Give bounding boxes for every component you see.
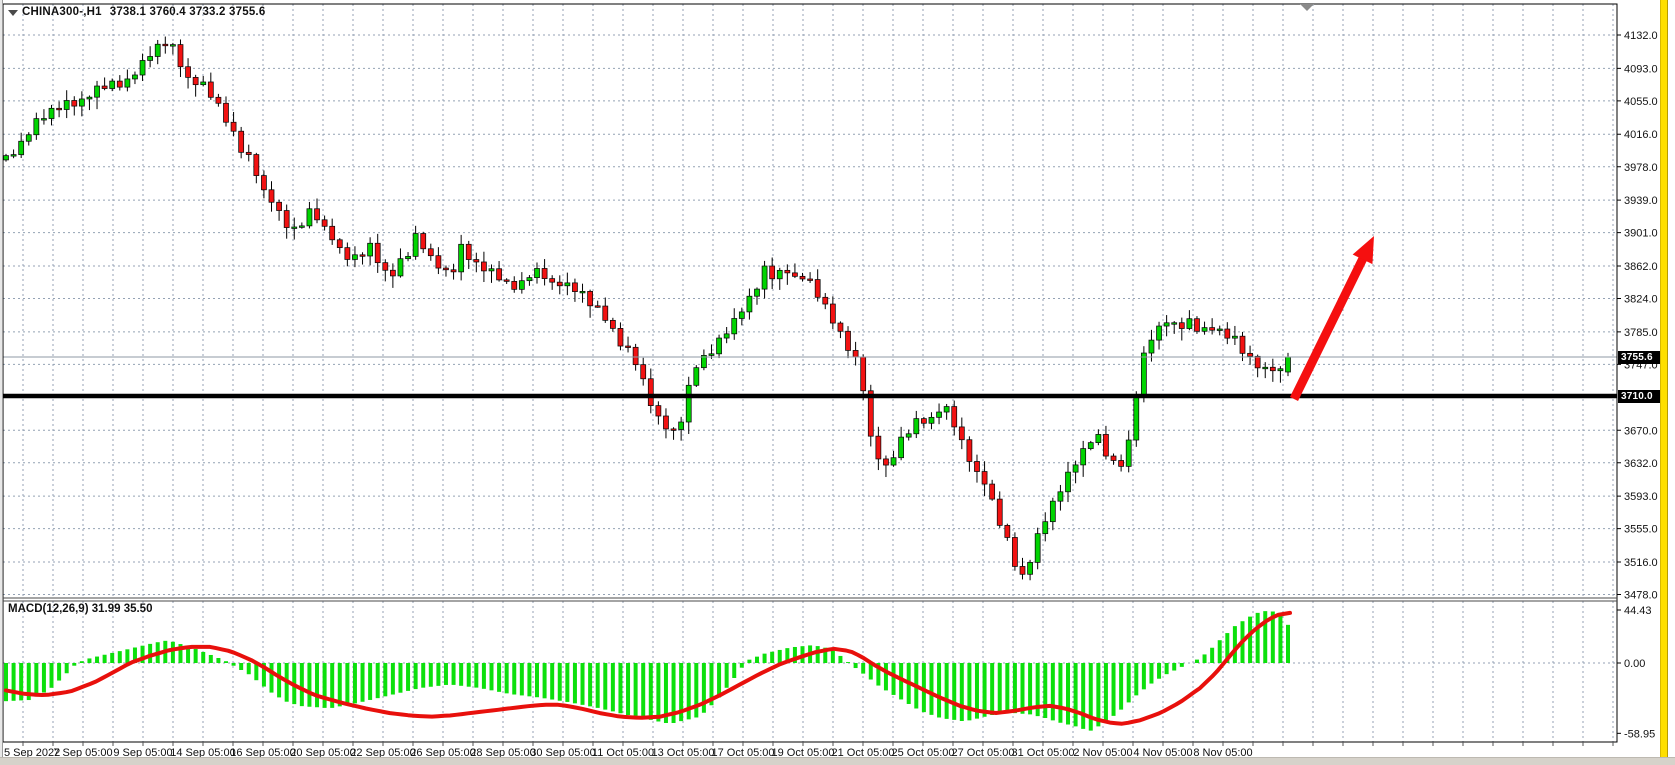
svg-text:3516.0: 3516.0: [1624, 557, 1658, 569]
current-price-badge: 3755.6: [1618, 351, 1666, 364]
svg-text:3901.0: 3901.0: [1624, 228, 1658, 240]
trend-arrow[interactable]: [1294, 236, 1374, 399]
svg-text:3593.0: 3593.0: [1624, 491, 1658, 503]
svg-text:4093.0: 4093.0: [1624, 63, 1658, 75]
svg-text:3978.0: 3978.0: [1624, 162, 1658, 174]
window-bottom-strip: [0, 757, 1675, 765]
symbol-dropdown-icon[interactable]: [8, 10, 18, 16]
svg-text:4055.0: 4055.0: [1624, 96, 1658, 108]
svg-text:3632.0: 3632.0: [1624, 458, 1658, 470]
trading-chart-window: 4132.0 4093.0 4055.0 4016.0 3978.0 3939.0 3901…: [0, 0, 1675, 765]
grid-layer: [3, 4, 1617, 742]
chart-shift-marker-icon[interactable]: [1300, 4, 1314, 11]
candles-layer: [4, 37, 1291, 581]
svg-text:0.00: 0.00: [1624, 658, 1645, 670]
svg-text:3478.0: 3478.0: [1624, 590, 1658, 602]
ohlc-values: 3738.1 3760.4 3733.2 3755.6: [110, 6, 266, 18]
macd-axis-labels: 44.43 0.00 -58.95: [1617, 605, 1655, 740]
window-left-edge: [0, 0, 3, 757]
right-edge-accent-strip: [1660, 0, 1668, 757]
svg-text:3555.0: 3555.0: [1624, 524, 1658, 536]
svg-text:4016.0: 4016.0: [1624, 129, 1658, 141]
svg-text:3939.0: 3939.0: [1624, 195, 1658, 207]
svg-text:-58.95: -58.95: [1624, 728, 1655, 740]
svg-text:3824.0: 3824.0: [1624, 294, 1658, 306]
svg-text:3785.0: 3785.0: [1624, 327, 1658, 339]
symbol-timeframe-label: CHINA300-,H1: [22, 6, 102, 18]
price-axis-labels: 4132.0 4093.0 4055.0 4016.0 3978.0 3939.0 3901…: [1617, 30, 1658, 602]
macd-indicator-label: MACD(12,26,9) 31.99 35.50: [8, 603, 152, 615]
chart-title: CHINA300-,H1 3738.1 3760.4 3733.2 3755.6: [22, 6, 265, 18]
svg-text:44.43: 44.43: [1624, 605, 1652, 617]
level-price-badge: 3710.0: [1618, 390, 1666, 403]
svg-text:3862.0: 3862.0: [1624, 261, 1658, 273]
price-chart-svg[interactable]: 4132.0 4093.0 4055.0 4016.0 3978.0 3939.0 3901…: [0, 0, 1675, 765]
svg-text:4132.0: 4132.0: [1624, 30, 1658, 42]
svg-text:3670.0: 3670.0: [1624, 425, 1658, 437]
macd-histogram: [6, 611, 1288, 730]
panel-borders: [3, 4, 1617, 742]
